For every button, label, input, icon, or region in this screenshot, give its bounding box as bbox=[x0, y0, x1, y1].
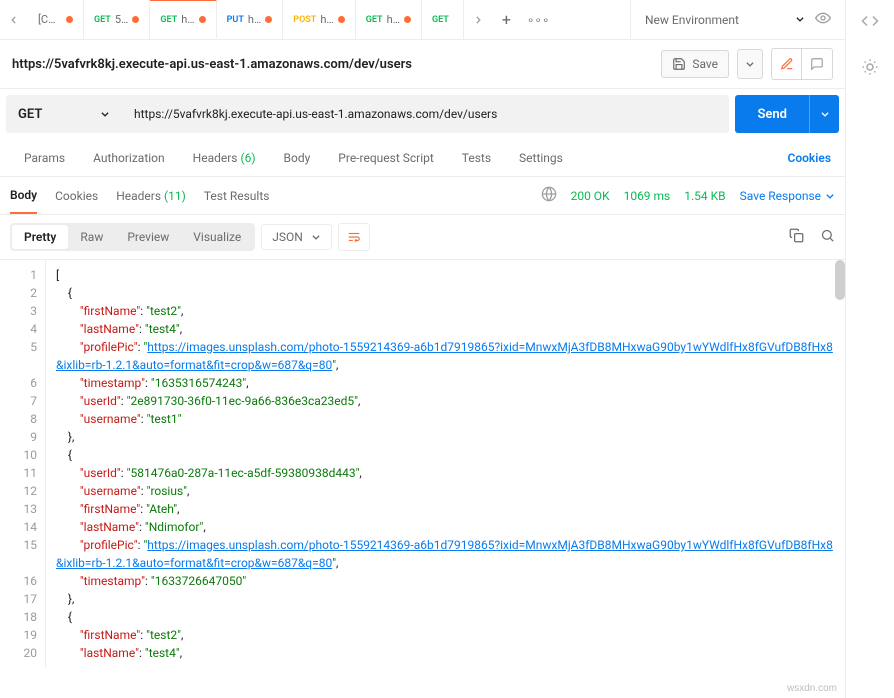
unsaved-dot-icon bbox=[66, 16, 73, 23]
view-visualize[interactable]: Visualize bbox=[181, 225, 253, 249]
tab-authorization[interactable]: Authorization bbox=[79, 139, 179, 176]
tab-tests[interactable]: Tests bbox=[448, 139, 505, 176]
res-tab-body[interactable]: Body bbox=[10, 177, 37, 214]
tab-label: 5… bbox=[115, 13, 129, 26]
comment-icon[interactable] bbox=[802, 49, 832, 79]
request-title: https://5vafvrk8kj.execute-api.us-east-1… bbox=[12, 57, 653, 72]
tab[interactable]: GET h… bbox=[150, 0, 216, 38]
save-button[interactable]: Save bbox=[661, 50, 729, 78]
search-icon[interactable] bbox=[820, 228, 835, 246]
unsaved-dot-icon bbox=[132, 16, 139, 23]
code-lines: [ { "firstName": "test2", "lastName": "t… bbox=[46, 260, 845, 668]
tabs-bar: [CONFI… GET 5… GET h… PUT h… POST h… GET h… GET + ∘… bbox=[0, 0, 845, 40]
tab-label: h… bbox=[320, 13, 333, 26]
env-quicklook-icon[interactable] bbox=[815, 10, 831, 29]
tab-headers[interactable]: Headers (6) bbox=[179, 139, 270, 176]
request-tabs: Params Authorization Headers (6) Body Pr… bbox=[0, 139, 845, 177]
nav-forward-icon[interactable] bbox=[464, 15, 492, 25]
tab[interactable]: PUT h… bbox=[217, 0, 284, 39]
tab-label: h… bbox=[387, 13, 400, 26]
copy-icon[interactable] bbox=[789, 228, 804, 246]
save-button-label: Save bbox=[692, 57, 718, 71]
tab-label: [CONFI… bbox=[38, 13, 62, 26]
format-label: JSON bbox=[272, 230, 303, 244]
save-dropdown[interactable] bbox=[737, 49, 763, 79]
tab[interactable]: POST h… bbox=[283, 0, 355, 39]
url-bar: GET Send bbox=[0, 89, 845, 139]
tab-method: GET bbox=[432, 15, 449, 25]
tab[interactable]: GET h… bbox=[356, 0, 422, 39]
res-tab-test-results[interactable]: Test Results bbox=[204, 177, 270, 214]
tab-method: POST bbox=[293, 15, 316, 25]
save-response-label: Save Response bbox=[740, 189, 821, 203]
tab-overflow-icon[interactable]: ∘∘∘ bbox=[527, 13, 550, 27]
tab-headers-label: Headers bbox=[193, 151, 238, 165]
tab-method: GET bbox=[366, 15, 383, 25]
res-tab-headers-count: (11) bbox=[164, 189, 186, 203]
unsaved-dot-icon bbox=[199, 16, 206, 23]
new-tab-icon[interactable]: + bbox=[502, 10, 511, 29]
send-button[interactable]: Send bbox=[735, 95, 809, 133]
tab-headers-count: (6) bbox=[241, 151, 256, 165]
scrollbar[interactable] bbox=[835, 260, 845, 300]
unsaved-dot-icon bbox=[404, 16, 411, 23]
cookies-link[interactable]: Cookies bbox=[787, 151, 835, 165]
tab[interactable]: GET bbox=[422, 0, 464, 39]
info-icon[interactable] bbox=[861, 58, 879, 76]
response-body[interactable]: 12345 6789101112131415 1617181920 [ { "f… bbox=[0, 260, 845, 698]
tab-body[interactable]: Body bbox=[270, 139, 325, 176]
environment-selector[interactable]: New Environment bbox=[645, 13, 785, 27]
res-tab-headers[interactable]: Headers (11) bbox=[116, 177, 186, 214]
watermark: wsxdn.com bbox=[787, 683, 837, 694]
response-tabs: Body Cookies Headers (11) Test Results 2… bbox=[0, 177, 845, 215]
send-dropdown[interactable] bbox=[809, 95, 839, 133]
tab-method: GET bbox=[94, 15, 111, 25]
tab-label: h… bbox=[248, 13, 261, 26]
tab[interactable]: GET 5… bbox=[84, 0, 150, 39]
network-icon[interactable] bbox=[541, 186, 557, 205]
tab-prerequest[interactable]: Pre-request Script bbox=[324, 139, 447, 176]
right-sidebar bbox=[846, 0, 894, 698]
save-response-button[interactable]: Save Response bbox=[740, 189, 835, 203]
tab-params[interactable]: Params bbox=[10, 139, 79, 176]
unsaved-dot-icon bbox=[338, 16, 345, 23]
status-code: 200 OK bbox=[571, 189, 610, 203]
res-tab-headers-label: Headers bbox=[116, 189, 161, 203]
view-toggle: Pretty Raw Preview Visualize bbox=[10, 223, 255, 251]
code-snippet-icon[interactable] bbox=[861, 12, 879, 30]
edit-icon[interactable] bbox=[772, 49, 802, 79]
request-title-row: https://5vafvrk8kj.execute-api.us-east-1… bbox=[0, 40, 845, 89]
unsaved-dot-icon bbox=[265, 16, 272, 23]
view-preview[interactable]: Preview bbox=[115, 225, 181, 249]
tab-method: GET bbox=[160, 15, 177, 25]
line-gutter: 12345 6789101112131415 1617181920 bbox=[0, 260, 46, 668]
tab-label: h… bbox=[181, 13, 194, 26]
view-pretty[interactable]: Pretty bbox=[12, 225, 68, 249]
format-selector[interactable]: JSON bbox=[261, 224, 332, 250]
method-label: GET bbox=[18, 107, 42, 122]
nav-back-icon[interactable] bbox=[0, 15, 28, 25]
res-tab-cookies[interactable]: Cookies bbox=[55, 177, 98, 214]
response-size: 1.54 KB bbox=[684, 189, 725, 203]
method-selector[interactable]: GET bbox=[6, 95, 122, 133]
wrap-lines-icon[interactable] bbox=[338, 223, 370, 251]
tab[interactable]: [CONFI… bbox=[28, 0, 84, 39]
tab-settings[interactable]: Settings bbox=[505, 139, 577, 176]
response-time: 1069 ms bbox=[624, 189, 671, 203]
view-raw[interactable]: Raw bbox=[68, 225, 115, 249]
view-toolbar: Pretty Raw Preview Visualize JSON bbox=[0, 215, 845, 260]
env-chevron-icon[interactable] bbox=[795, 13, 805, 27]
url-input[interactable] bbox=[122, 95, 729, 133]
tab-method: PUT bbox=[227, 15, 244, 25]
